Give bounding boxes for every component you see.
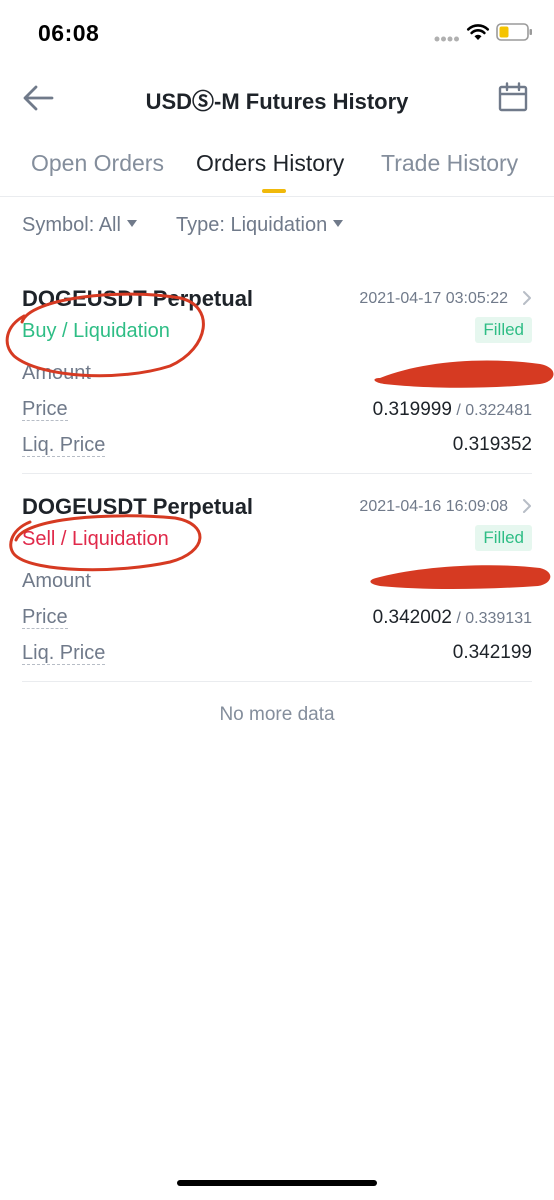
tab-orders-history[interactable]: Orders History [196, 150, 344, 177]
average-price: / 0.339131 [451, 610, 532, 627]
order-side: Buy / Liquidation [22, 320, 170, 342]
page-title: USDⓈ-M Futures History [145, 89, 409, 114]
divider [22, 473, 532, 474]
caret-down-icon [333, 220, 344, 228]
home-indicator[interactable] [177, 1180, 377, 1186]
order-price: 0.319999 [372, 399, 452, 420]
filter-bar: Symbol: All Type: Liquidation [0, 214, 554, 244]
price-value: 0.342002 / 0.339131 [373, 607, 532, 629]
chevron-right-icon[interactable] [522, 290, 532, 306]
amount-label: Amount [22, 570, 91, 592]
liq-price-value: 0.342199 [452, 642, 532, 663]
status-time: 06:08 [38, 20, 100, 46]
liq-price-label[interactable]: Liq. Price [22, 434, 106, 457]
type-filter-label: Type: Liquidation [176, 214, 328, 236]
amount-label: Amount [22, 362, 91, 384]
order-card[interactable]: DOGEUSDT Perpetual 2021-04-17 03:05:22 B… [22, 286, 532, 476]
price-label[interactable]: Price [22, 606, 68, 629]
price-value: 0.319999 / 0.322481 [373, 399, 532, 421]
chevron-right-icon[interactable] [522, 498, 532, 514]
tab-trade-history[interactable]: Trade History [381, 150, 518, 177]
status-badge: Filled [475, 317, 532, 343]
active-tab-indicator [262, 189, 286, 193]
no-more-data-text: No more data [219, 704, 335, 725]
status-bar: 06:08 [0, 0, 554, 64]
liq-price-value: 0.319352 [452, 434, 532, 455]
battery-low-icon [496, 23, 532, 41]
order-card[interactable]: DOGEUSDT Perpetual 2021-04-16 16:09:08 S… [22, 494, 532, 684]
order-price: 0.342002 [372, 607, 452, 628]
order-symbol: DOGEUSDT Perpetual [22, 494, 254, 519]
cellular-signal-icon [434, 36, 459, 42]
symbol-filter-label: Symbol: All [22, 214, 121, 236]
caret-down-icon [126, 220, 137, 228]
status-badge: Filled [475, 525, 532, 551]
type-filter-dropdown[interactable]: Type: Liquidation [176, 214, 344, 237]
wifi-icon [466, 24, 490, 40]
average-price: / 0.322481 [451, 402, 532, 419]
divider [22, 681, 532, 682]
tab-open-orders[interactable]: Open Orders [31, 150, 164, 177]
liq-price-label[interactable]: Liq. Price [22, 642, 106, 665]
order-symbol: DOGEUSDT Perpetual [22, 286, 254, 311]
calendar-icon[interactable] [498, 82, 528, 112]
order-datetime: 2021-04-16 16:09:08 [359, 498, 508, 515]
order-side: Sell / Liquidation [22, 528, 169, 550]
tab-bar: Open Orders Orders History Trade History [0, 140, 554, 197]
symbol-filter-dropdown[interactable]: Symbol: All [22, 214, 137, 237]
price-label[interactable]: Price [22, 398, 68, 421]
order-datetime: 2021-04-17 03:05:22 [359, 290, 508, 307]
nav-header: USDⓈ-M Futures History [0, 68, 554, 128]
